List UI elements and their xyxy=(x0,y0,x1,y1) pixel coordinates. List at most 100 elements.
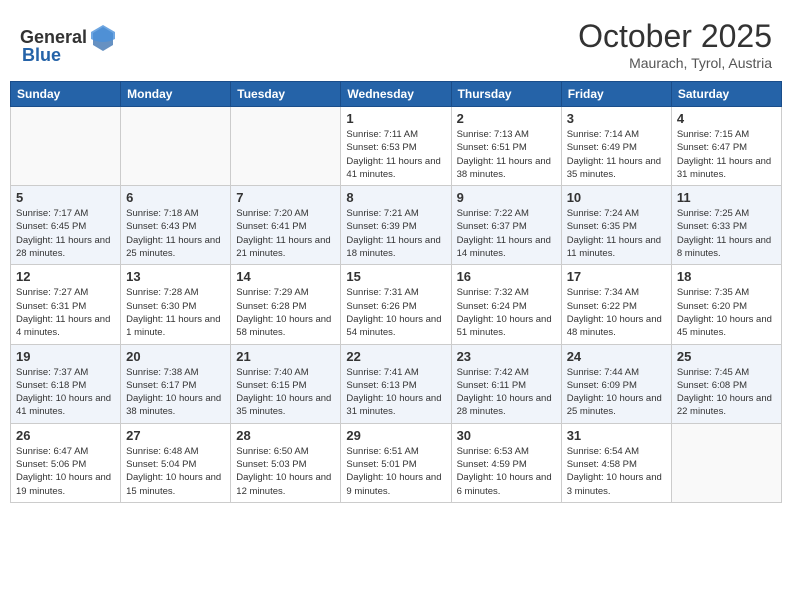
day-header-tuesday: Tuesday xyxy=(231,82,341,107)
day-number: 5 xyxy=(16,190,115,205)
day-header-saturday: Saturday xyxy=(671,82,781,107)
calendar-week-row: 1 Sunrise: 7:11 AM Sunset: 6:53 PM Daylig… xyxy=(11,107,782,186)
calendar-cell: 16 Sunrise: 7:32 AM Sunset: 6:24 PM Dayli… xyxy=(451,265,561,344)
day-number: 13 xyxy=(126,269,225,284)
day-info: Sunrise: 7:13 AM Sunset: 6:51 PM Dayligh… xyxy=(457,128,556,181)
calendar-cell: 17 Sunrise: 7:34 AM Sunset: 6:22 PM Dayli… xyxy=(561,265,671,344)
day-number: 22 xyxy=(346,349,445,364)
day-number: 26 xyxy=(16,428,115,443)
day-number: 1 xyxy=(346,111,445,126)
day-info: Sunrise: 7:44 AM Sunset: 6:09 PM Dayligh… xyxy=(567,366,666,419)
calendar-cell: 12 Sunrise: 7:27 AM Sunset: 6:31 PM Dayli… xyxy=(11,265,121,344)
day-number: 28 xyxy=(236,428,335,443)
day-info: Sunrise: 7:21 AM Sunset: 6:39 PM Dayligh… xyxy=(346,207,445,260)
calendar-cell xyxy=(121,107,231,186)
day-number: 11 xyxy=(677,190,776,205)
calendar-cell: 22Sunrise: 7:41 AM Sunset: 6:13 PM Dayli… xyxy=(341,344,451,423)
day-number: 20 xyxy=(126,349,225,364)
calendar-cell: 31 Sunrise: 6:54 AM Sunset: 4:58 PM Dayli… xyxy=(561,423,671,502)
day-info: Sunrise: 6:54 AM Sunset: 4:58 PM Dayligh… xyxy=(567,445,666,498)
day-number: 6 xyxy=(126,190,225,205)
calendar-cell: 27 Sunrise: 6:48 AM Sunset: 5:04 PM Dayli… xyxy=(121,423,231,502)
calendar-title: October 2025 xyxy=(578,18,772,55)
calendar-cell: 10Sunrise: 7:24 AM Sunset: 6:35 PM Dayli… xyxy=(561,186,671,265)
calendar-cell: 5 Sunrise: 7:17 AM Sunset: 6:45 PM Daylig… xyxy=(11,186,121,265)
calendar-cell xyxy=(671,423,781,502)
day-number: 18 xyxy=(677,269,776,284)
logo: General Blue xyxy=(20,23,117,66)
day-number: 16 xyxy=(457,269,556,284)
calendar-cell: 19 Sunrise: 7:37 AM Sunset: 6:18 PM Dayli… xyxy=(11,344,121,423)
calendar-week-row: 5 Sunrise: 7:17 AM Sunset: 6:45 PM Daylig… xyxy=(11,186,782,265)
day-number: 17 xyxy=(567,269,666,284)
day-number: 4 xyxy=(677,111,776,126)
day-info: Sunrise: 7:27 AM Sunset: 6:31 PM Dayligh… xyxy=(16,286,115,339)
day-info: Sunrise: 7:29 AM Sunset: 6:28 PM Dayligh… xyxy=(236,286,335,339)
day-header-friday: Friday xyxy=(561,82,671,107)
day-number: 24 xyxy=(567,349,666,364)
day-number: 9 xyxy=(457,190,556,205)
calendar-cell: 13 Sunrise: 7:28 AM Sunset: 6:30 PM Dayli… xyxy=(121,265,231,344)
calendar-cell: 14 Sunrise: 7:29 AM Sunset: 6:28 PM Dayli… xyxy=(231,265,341,344)
day-number: 31 xyxy=(567,428,666,443)
calendar-cell: 1 Sunrise: 7:11 AM Sunset: 6:53 PM Daylig… xyxy=(341,107,451,186)
calendar-cell: 3 Sunrise: 7:14 AM Sunset: 6:49 PM Daylig… xyxy=(561,107,671,186)
day-number: 7 xyxy=(236,190,335,205)
day-number: 2 xyxy=(457,111,556,126)
day-number: 3 xyxy=(567,111,666,126)
day-number: 29 xyxy=(346,428,445,443)
day-header-wednesday: Wednesday xyxy=(341,82,451,107)
page-header: General Blue October 2025 Maurach, Tyrol… xyxy=(10,10,782,75)
day-number: 25 xyxy=(677,349,776,364)
calendar-cell: 4 Sunrise: 7:15 AM Sunset: 6:47 PM Daylig… xyxy=(671,107,781,186)
day-info: Sunrise: 7:35 AM Sunset: 6:20 PM Dayligh… xyxy=(677,286,776,339)
calendar-cell: 24 Sunrise: 7:44 AM Sunset: 6:09 PM Dayli… xyxy=(561,344,671,423)
calendar-cell: 11 Sunrise: 7:25 AM Sunset: 6:33 PM Dayli… xyxy=(671,186,781,265)
calendar-cell: 15Sunrise: 7:31 AM Sunset: 6:26 PM Dayli… xyxy=(341,265,451,344)
day-info: Sunrise: 7:28 AM Sunset: 6:30 PM Dayligh… xyxy=(126,286,225,339)
day-info: Sunrise: 7:40 AM Sunset: 6:15 PM Dayligh… xyxy=(236,366,335,419)
calendar-cell: 23 Sunrise: 7:42 AM Sunset: 6:11 PM Dayli… xyxy=(451,344,561,423)
day-info: Sunrise: 7:42 AM Sunset: 6:11 PM Dayligh… xyxy=(457,366,556,419)
title-block: October 2025 Maurach, Tyrol, Austria xyxy=(578,18,772,71)
calendar-cell: 29 Sunrise: 6:51 AM Sunset: 5:01 PM Dayli… xyxy=(341,423,451,502)
day-info: Sunrise: 7:11 AM Sunset: 6:53 PM Dayligh… xyxy=(346,128,445,181)
calendar-cell: 25 Sunrise: 7:45 AM Sunset: 6:08 PM Dayli… xyxy=(671,344,781,423)
day-number: 14 xyxy=(236,269,335,284)
calendar-cell: 18 Sunrise: 7:35 AM Sunset: 6:20 PM Dayli… xyxy=(671,265,781,344)
day-number: 30 xyxy=(457,428,556,443)
day-info: Sunrise: 7:37 AM Sunset: 6:18 PM Dayligh… xyxy=(16,366,115,419)
day-info: Sunrise: 7:45 AM Sunset: 6:08 PM Dayligh… xyxy=(677,366,776,419)
calendar-cell: 2 Sunrise: 7:13 AM Sunset: 6:51 PM Daylig… xyxy=(451,107,561,186)
day-info: Sunrise: 7:38 AM Sunset: 6:17 PM Dayligh… xyxy=(126,366,225,419)
calendar-week-row: 19 Sunrise: 7:37 AM Sunset: 6:18 PM Dayli… xyxy=(11,344,782,423)
day-number: 8 xyxy=(346,190,445,205)
calendar-subtitle: Maurach, Tyrol, Austria xyxy=(578,55,772,71)
calendar-cell: 8 Sunrise: 7:21 AM Sunset: 6:39 PM Daylig… xyxy=(341,186,451,265)
day-info: Sunrise: 7:17 AM Sunset: 6:45 PM Dayligh… xyxy=(16,207,115,260)
calendar-week-row: 26Sunrise: 6:47 AM Sunset: 5:06 PM Dayli… xyxy=(11,423,782,502)
day-info: Sunrise: 7:25 AM Sunset: 6:33 PM Dayligh… xyxy=(677,207,776,260)
day-number: 12 xyxy=(16,269,115,284)
day-number: 10 xyxy=(567,190,666,205)
day-info: Sunrise: 7:32 AM Sunset: 6:24 PM Dayligh… xyxy=(457,286,556,339)
day-info: Sunrise: 6:48 AM Sunset: 5:04 PM Dayligh… xyxy=(126,445,225,498)
days-header-row: SundayMondayTuesdayWednesdayThursdayFrid… xyxy=(11,82,782,107)
day-number: 27 xyxy=(126,428,225,443)
day-header-sunday: Sunday xyxy=(11,82,121,107)
day-number: 19 xyxy=(16,349,115,364)
day-header-monday: Monday xyxy=(121,82,231,107)
calendar-cell: 21 Sunrise: 7:40 AM Sunset: 6:15 PM Dayli… xyxy=(231,344,341,423)
day-info: Sunrise: 7:14 AM Sunset: 6:49 PM Dayligh… xyxy=(567,128,666,181)
day-info: Sunrise: 6:53 AM Sunset: 4:59 PM Dayligh… xyxy=(457,445,556,498)
calendar-cell xyxy=(231,107,341,186)
day-info: Sunrise: 7:15 AM Sunset: 6:47 PM Dayligh… xyxy=(677,128,776,181)
calendar-cell: 20 Sunrise: 7:38 AM Sunset: 6:17 PM Dayli… xyxy=(121,344,231,423)
day-number: 23 xyxy=(457,349,556,364)
day-number: 15 xyxy=(346,269,445,284)
day-header-thursday: Thursday xyxy=(451,82,561,107)
calendar-cell: 30 Sunrise: 6:53 AM Sunset: 4:59 PM Dayli… xyxy=(451,423,561,502)
day-info: Sunrise: 6:51 AM Sunset: 5:01 PM Dayligh… xyxy=(346,445,445,498)
day-info: Sunrise: 7:34 AM Sunset: 6:22 PM Dayligh… xyxy=(567,286,666,339)
day-number: 21 xyxy=(236,349,335,364)
